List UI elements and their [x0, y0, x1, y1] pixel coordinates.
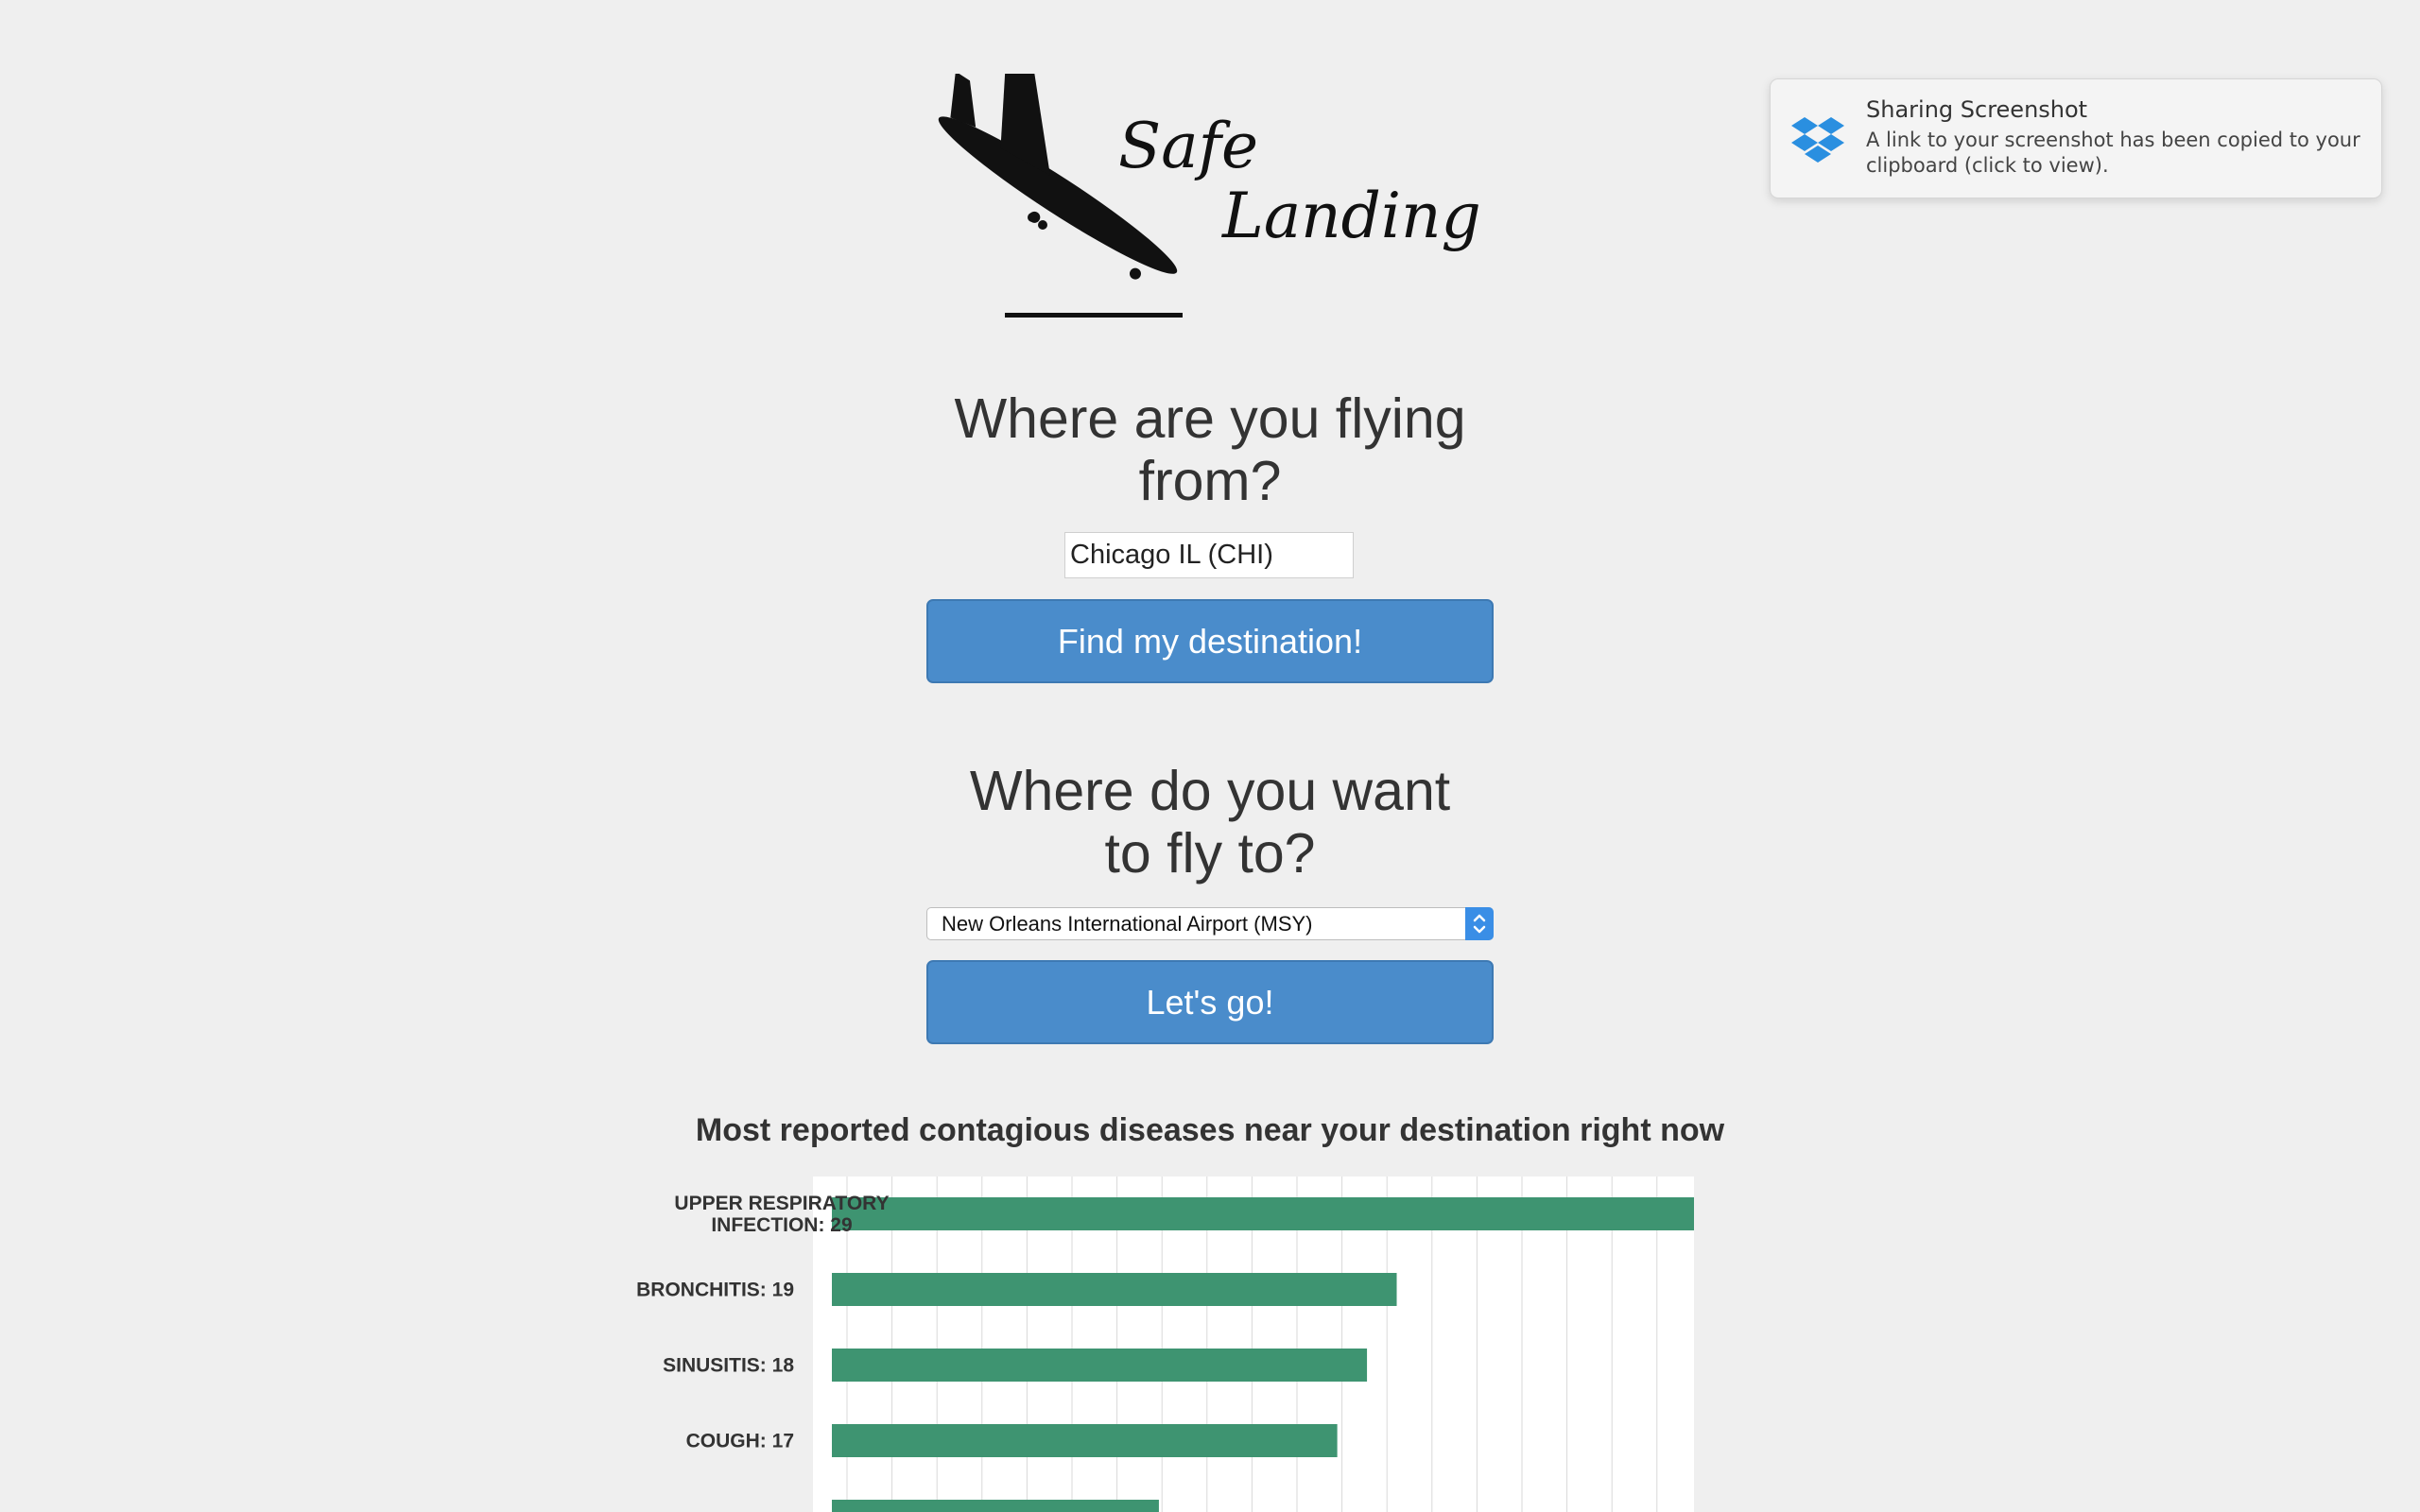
origin-heading: Where are you flying from? [879, 387, 1541, 512]
disease-bar-chart: UPPER RESPIRATORYINFECTION: 29 BRONCHITIS… [636, 1177, 1694, 1512]
origin-heading-line2: from? [1138, 450, 1282, 512]
logo-word-landing: Landing [1222, 180, 1481, 252]
chart-category-label: SINUSITIS: 18 [663, 1355, 794, 1377]
sharing-screenshot-notification[interactable]: Sharing Screenshot A link to your screen… [1770, 78, 2382, 198]
chart-category-label: COUGH: 17 [686, 1431, 794, 1452]
chart-title: Most reported contagious diseases near y… [695, 1112, 1725, 1148]
destination-heading-line2: to fly to? [1104, 822, 1316, 885]
logo-word-safe: Safe [1118, 110, 1259, 182]
page: Safe Landing Where are you flying from? … [0, 0, 2420, 1512]
notification-title: Sharing Screenshot [1866, 96, 2088, 123]
chart-bar [832, 1424, 1338, 1457]
destination-heading: Where do you want to fly to? [879, 760, 1541, 885]
lets-go-button[interactable]: Let's go! [926, 960, 1494, 1044]
chart-bar [832, 1273, 1397, 1306]
origin-input[interactable] [1064, 532, 1354, 578]
destination-selected-value: New Orleans International Airport (MSY) [942, 912, 1313, 936]
find-destination-button[interactable]: Find my destination! [926, 599, 1494, 683]
chart-bar [832, 1500, 1159, 1512]
chart-category-label: BRONCHITIS: 19 [636, 1280, 794, 1301]
notification-body: A link to your screenshot has been copie… [1866, 129, 2360, 177]
destination-select[interactable]: New Orleans International Airport (MSY) [926, 907, 1494, 940]
chart-category-label: INFECTION: 29 [711, 1214, 852, 1236]
chart-bar [832, 1197, 1694, 1230]
select-arrows-icon[interactable] [1465, 907, 1494, 940]
origin-heading-line1: Where are you flying [954, 387, 1466, 450]
safe-landing-logo: Safe Landing [922, 74, 1508, 329]
destination-heading-line1: Where do you want [969, 760, 1451, 822]
dropbox-icon [1791, 117, 1844, 163]
chart-bar [832, 1349, 1368, 1382]
chart-category-label: UPPER RESPIRATORY [674, 1193, 889, 1214]
